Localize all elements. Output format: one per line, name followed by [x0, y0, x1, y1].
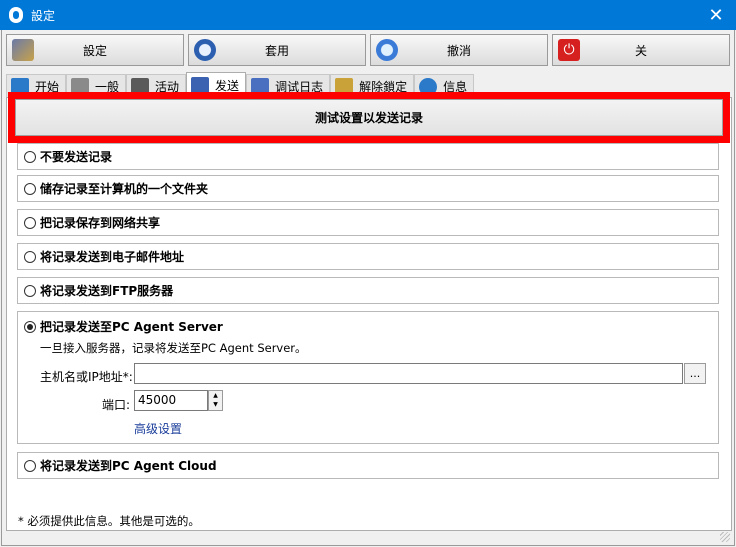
power-icon: ⏻	[558, 39, 580, 61]
option-pc-agent-cloud[interactable]: 将记录发送到PC Agent Cloud	[17, 452, 719, 479]
option-label: 将记录发送到PC Agent Cloud	[40, 459, 217, 473]
option-label: 将记录发送到电子邮件地址	[40, 250, 185, 264]
window-title: 設定	[31, 8, 56, 23]
option-label: 储存记录至计算机的一个文件夹	[40, 182, 209, 196]
pc-agent-server-group: 把记录发送至PC Agent Server 一旦接入服务器，记录将发送至PC A…	[17, 311, 719, 444]
option-pc-agent-server[interactable]: 把记录发送至PC Agent Server	[24, 318, 223, 335]
chevron-up-icon[interactable]: ▲	[209, 391, 222, 401]
option-ftp[interactable]: 将记录发送到FTP服务器	[17, 277, 719, 304]
host-label: 主机名或IP地址*:	[40, 370, 133, 384]
undo-label: 撤消	[446, 43, 471, 58]
option-email[interactable]: 将记录发送到电子邮件地址	[17, 243, 719, 270]
title-bar: 設定 ✕	[0, 0, 736, 30]
port-input[interactable]: 45000	[134, 390, 208, 411]
close-icon[interactable]: ✕	[696, 0, 736, 30]
toolbar: 設定 套用 撤消 ⏻ 关	[6, 34, 732, 66]
required-footnote: * 必须提供此信息。其他是可选的。	[18, 514, 200, 528]
test-button-highlight: 测试设置以发送记录	[8, 92, 730, 143]
browse-button[interactable]: ...	[684, 363, 706, 384]
option-label: 把记录保存到网络共享	[40, 216, 161, 230]
undo-button[interactable]: 撤消	[370, 34, 548, 66]
radio-button[interactable]	[24, 150, 36, 163]
option-save-folder[interactable]: 储存记录至计算机的一个文件夹	[17, 175, 719, 202]
server-description: 一旦接入服务器，记录将发送至PC Agent Server。	[40, 341, 307, 355]
apply-button[interactable]: 套用	[188, 34, 366, 66]
resize-grip[interactable]	[720, 532, 730, 542]
radio-button[interactable]	[24, 250, 36, 263]
app-icon	[9, 7, 23, 23]
test-settings-button[interactable]: 测试设置以发送记录	[15, 99, 723, 136]
port-stepper[interactable]: ▲ ▼	[208, 390, 223, 411]
port-label: 端口:	[102, 398, 131, 412]
close-button[interactable]: ⏻ 关	[552, 34, 730, 66]
advanced-settings-link[interactable]: 高级设置	[134, 420, 182, 437]
option-label: 将记录发送到FTP服务器	[40, 284, 174, 298]
radio-button[interactable]	[24, 216, 36, 229]
option-no-send[interactable]: 不要发送记录	[17, 143, 719, 170]
apply-icon	[194, 39, 216, 61]
undo-icon	[376, 39, 398, 61]
host-input[interactable]	[134, 363, 683, 384]
option-label: 把记录发送至PC Agent Server	[40, 320, 223, 334]
radio-button[interactable]	[24, 284, 36, 297]
option-network-share[interactable]: 把记录保存到网络共享	[17, 209, 719, 236]
close-label: 关	[634, 43, 647, 58]
chevron-down-icon[interactable]: ▼	[209, 401, 222, 411]
settings-window: 設定 套用 撤消 ⏻ 关 开始 一般 活动 发送 调试日志 解除鎖定 信息 不要…	[1, 30, 735, 546]
radio-button[interactable]	[24, 320, 36, 333]
settings-label: 設定	[82, 43, 107, 58]
settings-icon	[12, 39, 34, 61]
settings-button[interactable]: 設定	[6, 34, 184, 66]
radio-button[interactable]	[24, 182, 36, 195]
option-label: 不要发送记录	[40, 150, 113, 164]
radio-button[interactable]	[24, 459, 36, 472]
apply-label: 套用	[264, 43, 289, 58]
